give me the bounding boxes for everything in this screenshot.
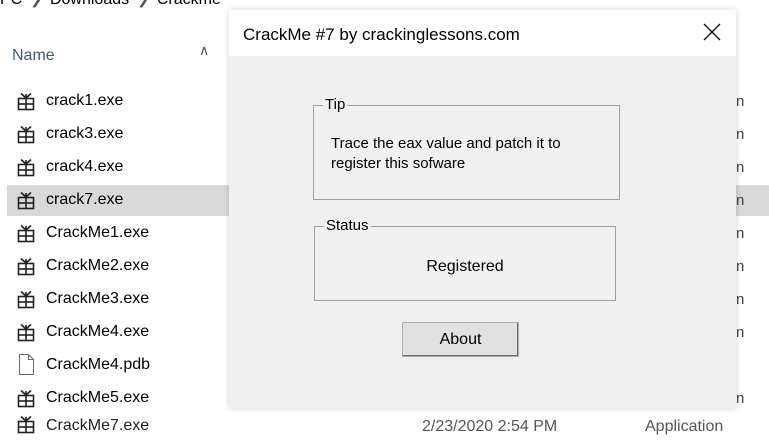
file-date: 2/23/2020 2:54 PM bbox=[422, 418, 558, 435]
file-name: crack7.exe bbox=[46, 191, 124, 208]
breadcrumb-separator-icon: ❯ bbox=[137, 0, 149, 7]
file-type-fragment: n bbox=[736, 159, 745, 176]
application-icon bbox=[17, 415, 35, 434]
breadcrumb: PC ❯ Downloads ❯ Crackme bbox=[0, 0, 221, 11]
file-type-fragment: n bbox=[736, 126, 745, 143]
application-icon bbox=[17, 257, 35, 276]
file-row-partial[interactable]: CrackMe7.exe 2/23/2020 2:54 PM Applicati… bbox=[0, 412, 769, 442]
file-type-fragment: n bbox=[736, 225, 745, 242]
dialog-title-bar[interactable]: CrackMe #7 by crackinglessons.com bbox=[229, 10, 736, 56]
close-icon bbox=[703, 23, 721, 41]
file-name: CrackMe4.exe bbox=[46, 323, 150, 340]
file-name: CrackMe7.exe bbox=[46, 417, 150, 434]
status-groupbox: Status Registered bbox=[314, 217, 616, 301]
file-name: CrackMe3.exe bbox=[46, 290, 150, 307]
file-type-fragment: n bbox=[736, 324, 745, 341]
breadcrumb-item-downloads[interactable]: Downloads bbox=[50, 0, 129, 8]
file-type-fragment: n bbox=[736, 258, 745, 275]
file-type: Application bbox=[645, 418, 724, 435]
document-icon bbox=[17, 354, 35, 375]
application-icon bbox=[17, 92, 35, 111]
file-name: crack4.exe bbox=[46, 158, 124, 175]
status-label: Status bbox=[324, 217, 371, 234]
file-name: CrackMe4.pdb bbox=[46, 356, 151, 373]
breadcrumb-item-crackme[interactable]: Crackme bbox=[157, 0, 221, 8]
application-icon bbox=[17, 323, 35, 342]
name-column-header[interactable]: Name ∧ bbox=[0, 34, 235, 70]
file-type-fragment: n bbox=[736, 291, 745, 308]
application-icon bbox=[17, 158, 35, 177]
file-name: crack3.exe bbox=[46, 125, 124, 142]
sort-ascending-icon: ∧ bbox=[199, 42, 210, 58]
file-type-fragment: n bbox=[736, 192, 745, 209]
name-column-label: Name bbox=[12, 47, 55, 64]
breadcrumb-item-pc[interactable]: PC bbox=[0, 0, 22, 8]
tip-label: Tip bbox=[323, 96, 348, 113]
file-type-fragment: n bbox=[736, 93, 745, 110]
about-button[interactable]: About bbox=[402, 322, 519, 357]
tip-text: Trace the eax value and patch it to regi… bbox=[331, 135, 561, 172]
file-type-fragment: n bbox=[736, 390, 745, 407]
file-name: CrackMe2.exe bbox=[46, 257, 150, 274]
application-icon bbox=[17, 125, 35, 144]
file-name: CrackMe1.exe bbox=[46, 224, 150, 241]
close-button[interactable] bbox=[687, 10, 736, 56]
application-icon bbox=[17, 389, 35, 408]
dialog-title: CrackMe #7 by crackinglessons.com bbox=[243, 25, 520, 44]
breadcrumb-separator-icon: ❯ bbox=[30, 0, 42, 7]
application-icon bbox=[17, 290, 35, 309]
crackme-dialog: CrackMe #7 by crackinglessons.com Tip Tr… bbox=[229, 10, 736, 408]
tip-groupbox: Tip Trace the eax value and patch it to … bbox=[313, 96, 620, 200]
status-text: Registered bbox=[426, 258, 504, 275]
application-icon bbox=[17, 224, 35, 243]
file-name: crack1.exe bbox=[46, 92, 124, 109]
application-icon bbox=[17, 191, 35, 210]
file-name: CrackMe5.exe bbox=[46, 389, 150, 406]
